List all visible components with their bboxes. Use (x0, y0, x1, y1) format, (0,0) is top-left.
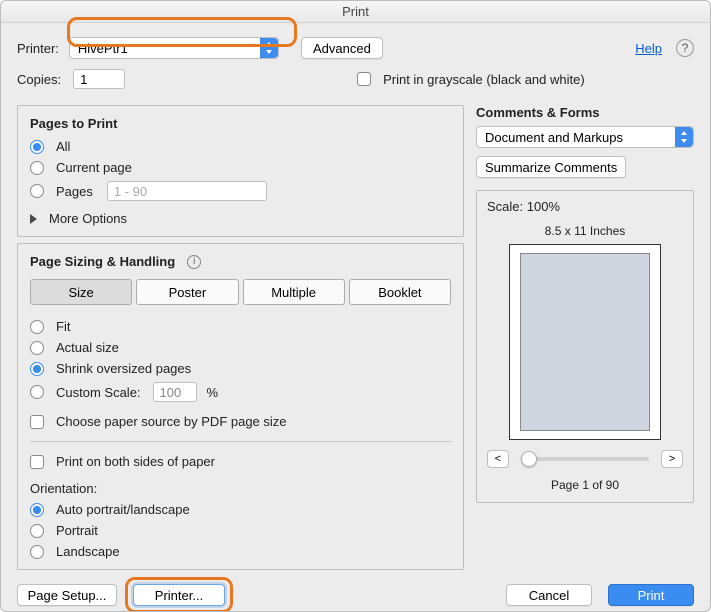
duplex-row[interactable]: Print on both sides of paper (30, 454, 451, 469)
fit-label: Fit (56, 319, 70, 334)
sizing-heading: Page Sizing & Handling (30, 254, 175, 269)
custom-scale-row[interactable]: Custom Scale: 100 % (30, 382, 451, 402)
titlebar: Print (1, 1, 710, 23)
radio-icon (30, 184, 44, 198)
tab-poster[interactable]: Poster (136, 279, 238, 305)
orientation-heading: Orientation: (30, 481, 451, 496)
info-icon[interactable]: i (187, 255, 201, 269)
custom-scale-input[interactable]: 100 (153, 382, 197, 402)
radio-icon (30, 545, 44, 559)
prev-page-button[interactable]: < (487, 450, 509, 468)
orient-portrait-row[interactable]: Portrait (30, 523, 451, 538)
help-icon[interactable]: ? (676, 39, 694, 57)
orient-landscape-row[interactable]: Landscape (30, 544, 451, 559)
percent-label: % (207, 385, 219, 400)
updown-icon (675, 127, 693, 147)
page-slider[interactable] (521, 457, 649, 461)
more-options-toggle[interactable]: More Options (30, 211, 451, 226)
orient-portrait-label: Portrait (56, 523, 98, 538)
preview-panel: Scale: 100% 8.5 x 11 Inches < > Page 1 o… (476, 190, 694, 503)
actual-label: Actual size (56, 340, 119, 355)
tab-multiple[interactable]: Multiple (243, 279, 345, 305)
radio-icon (30, 362, 44, 376)
radio-icon (30, 503, 44, 517)
pages-range-input[interactable]: 1 - 90 (107, 181, 267, 201)
tab-size[interactable]: Size (30, 279, 132, 305)
pages-heading: Pages to Print (30, 116, 451, 131)
radio-icon (30, 161, 44, 175)
fit-row[interactable]: Fit (30, 319, 451, 334)
orient-auto-label: Auto portrait/landscape (56, 502, 190, 517)
radio-icon (30, 524, 44, 538)
preview-scale: Scale: 100% (487, 199, 683, 214)
printer-label: Printer: (17, 41, 59, 56)
radio-icon (30, 320, 44, 334)
pages-all-row[interactable]: All (30, 139, 451, 154)
more-options-label: More Options (49, 211, 127, 226)
duplex-label: Print on both sides of paper (56, 454, 215, 469)
pages-all-label: All (56, 139, 70, 154)
summarize-comments-button[interactable]: Summarize Comments (476, 156, 626, 178)
pages-to-print-panel: Pages to Print All Current page Pages 1 … (17, 105, 464, 237)
preview-box (509, 244, 661, 440)
sizing-panel: Page Sizing & Handling i Size Poster Mul… (17, 243, 464, 570)
grayscale-checkbox[interactable] (357, 72, 371, 86)
radio-icon (30, 385, 44, 399)
printer-select-value: HivePtr1 (78, 41, 128, 56)
shrink-row[interactable]: Shrink oversized pages (30, 361, 451, 376)
cancel-button[interactable]: Cancel (506, 584, 592, 606)
radio-icon (30, 341, 44, 355)
custom-scale-label: Custom Scale: (56, 385, 141, 400)
preview-dims: 8.5 x 11 Inches (487, 224, 683, 238)
updown-icon (260, 38, 278, 58)
shrink-label: Shrink oversized pages (56, 361, 191, 376)
pages-range-row[interactable]: Pages 1 - 90 (30, 181, 451, 201)
comments-select[interactable]: Document and Markups (476, 126, 694, 148)
actual-row[interactable]: Actual size (30, 340, 451, 355)
page-setup-button[interactable]: Page Setup... (17, 584, 117, 606)
pages-current-row[interactable]: Current page (30, 160, 451, 175)
grayscale-label: Print in grayscale (black and white) (383, 72, 585, 87)
comments-select-value: Document and Markups (485, 130, 623, 145)
checkbox-icon (30, 455, 44, 469)
checkbox-icon (30, 415, 44, 429)
pages-range-label: Pages (56, 184, 93, 199)
chevron-right-icon (30, 214, 37, 224)
radio-icon (30, 140, 44, 154)
choose-source-row[interactable]: Choose paper source by PDF page size (30, 414, 451, 429)
advanced-button[interactable]: Advanced (301, 37, 383, 59)
pages-current-label: Current page (56, 160, 132, 175)
comments-heading: Comments & Forms (476, 105, 694, 120)
orient-auto-row[interactable]: Auto portrait/landscape (30, 502, 451, 517)
next-page-button[interactable]: > (661, 450, 683, 468)
copies-field[interactable]: 1 (73, 69, 125, 89)
orient-landscape-label: Landscape (56, 544, 120, 559)
choose-source-label: Choose paper source by PDF page size (56, 414, 287, 429)
help-link[interactable]: Help (635, 41, 662, 56)
preview-page-nav: Page 1 of 90 (487, 478, 683, 492)
copies-label: Copies: (17, 72, 61, 87)
tab-booklet[interactable]: Booklet (349, 279, 451, 305)
printer-select[interactable]: HivePtr1 (69, 37, 279, 59)
slider-thumb[interactable] (521, 451, 537, 467)
printer-button[interactable]: Printer... (133, 584, 225, 606)
preview-page (520, 253, 650, 431)
print-button[interactable]: Print (608, 584, 694, 606)
print-dialog: Print Printer: HivePtr1 Advanced Help ? … (0, 0, 711, 612)
